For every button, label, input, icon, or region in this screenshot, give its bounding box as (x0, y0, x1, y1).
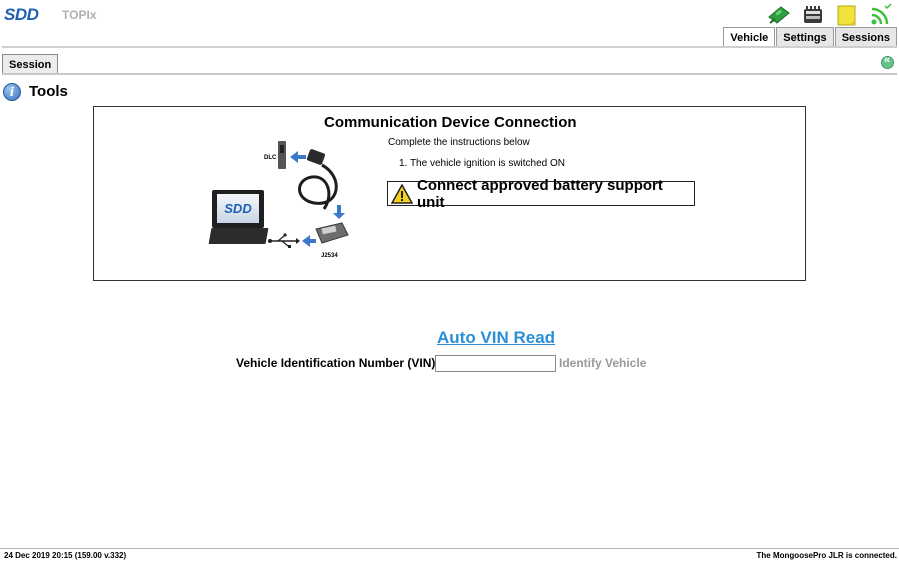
identify-vehicle-button[interactable]: Identify Vehicle (559, 356, 646, 370)
j2534-label: J2534 (321, 253, 338, 259)
tab-settings[interactable]: Settings (776, 27, 834, 47)
auto-vin-read-link[interactable]: Auto VIN Read (437, 328, 555, 348)
brand-logo: SDD (4, 5, 39, 24)
app-subtitle: TOPIx (62, 8, 97, 22)
header-divider (2, 46, 897, 48)
toolbar-icons (767, 2, 893, 28)
connection-diagram: SDD DLC J2534 (204, 137, 364, 265)
page-title: Tools (29, 83, 68, 100)
instruction-step: 1. The vehicle ignition is switched ON (399, 158, 566, 169)
communication-panel: Communication Device Connection SDD DLC … (93, 106, 806, 281)
notes-icon[interactable] (835, 3, 859, 27)
connection-status: The MongoosePro JLR is connected. (756, 551, 897, 560)
memory-icon[interactable] (801, 3, 825, 27)
main-tabs: Vehicle Settings Sessions (722, 27, 897, 47)
app-window: SDD TOPIx Vehicle Settings Sessions Sess… (0, 0, 899, 564)
vin-label: Vehicle Identification Number (VIN): (236, 356, 440, 370)
panel-title: Communication Device Connection (324, 114, 577, 131)
warning-box: Connect approved battery support unit (387, 177, 695, 211)
tab-sessions[interactable]: Sessions (834, 27, 897, 47)
footer-divider (0, 548, 899, 549)
tab-vehicle[interactable]: Vehicle (723, 27, 776, 47)
session-divider (2, 73, 897, 75)
dlc-label: DLC (264, 155, 277, 161)
status-timestamp: 24 Dec 2019 20:15 (159.00 v.332) (4, 551, 127, 560)
tab-session[interactable]: Session (2, 54, 59, 74)
warning-icon (390, 182, 414, 204)
vin-input[interactable] (435, 355, 556, 372)
signal-icon[interactable] (869, 3, 893, 27)
instructions-intro: Complete the instructions below (388, 137, 530, 148)
info-icon: i (3, 83, 21, 101)
header: SDD TOPIx Vehicle Settings Sessions (0, 0, 899, 47)
warning-text: Connect approved battery support unit (417, 176, 663, 211)
laptop-image: SDD (208, 190, 269, 246)
laptop-logo: SDD (224, 201, 252, 216)
cable-icon[interactable] (767, 3, 791, 27)
back-icon[interactable] (881, 54, 894, 69)
